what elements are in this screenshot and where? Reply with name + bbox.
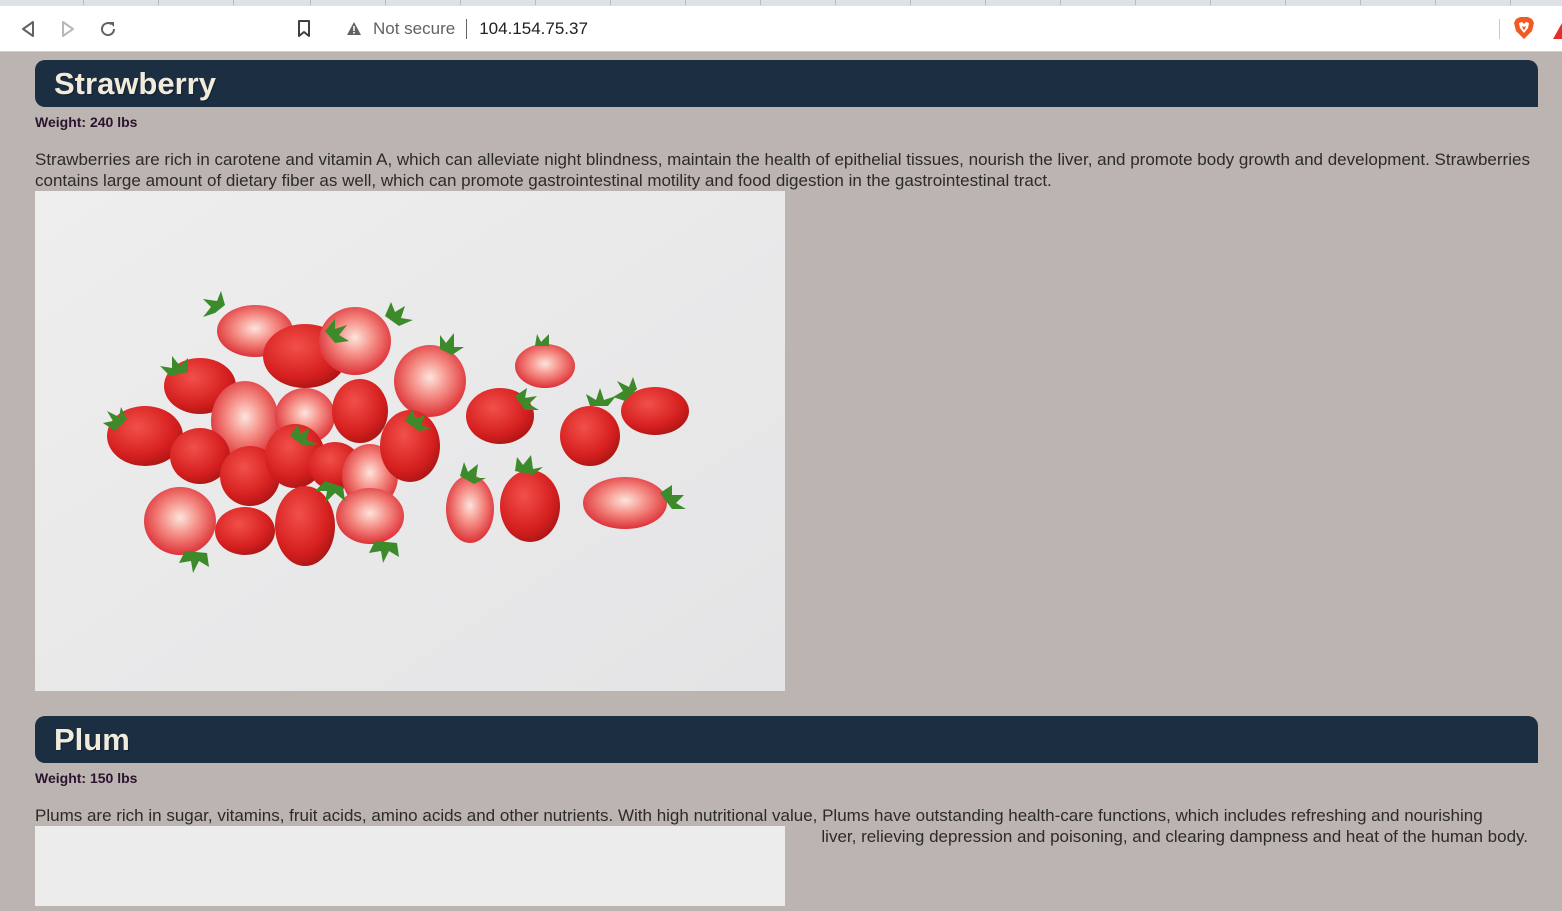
tab-divider: [835, 0, 836, 5]
strawberry-image: [35, 191, 785, 691]
page-content: Strawberry Weight: 240 lbs Strawberries …: [0, 52, 1562, 911]
tab-divider: [1210, 0, 1211, 5]
tab-divider: [1510, 0, 1511, 5]
tab-divider: [1285, 0, 1286, 5]
brave-shield-icon[interactable]: [1513, 16, 1535, 40]
fruit-section-strawberry: Strawberry Weight: 240 lbs Strawberries …: [35, 60, 1538, 691]
address-separator: [466, 18, 468, 39]
tab-divider: [385, 0, 386, 5]
tab-divider: [233, 0, 234, 5]
tab-divider: [685, 0, 686, 5]
back-button[interactable]: [15, 16, 41, 42]
tab-divider: [535, 0, 536, 5]
tab-divider: [760, 0, 761, 5]
reload-icon: [101, 22, 116, 37]
tab-divider: [1360, 0, 1361, 5]
tab-divider: [158, 0, 159, 5]
tab-divider: [83, 0, 84, 5]
fruit-description: Plums are rich in sugar, vitamins, fruit…: [35, 805, 1535, 906]
fruit-weight: Weight: 150 lbs: [35, 770, 138, 786]
fruit-title: Strawberry: [35, 60, 1538, 107]
warning-triangle-icon[interactable]: [345, 20, 363, 38]
bookmark-icon: [298, 20, 310, 37]
forward-arrow-icon: [62, 21, 74, 37]
tab-divider: [1135, 0, 1136, 5]
tab-divider: [1435, 0, 1436, 5]
tab-divider: [460, 0, 461, 5]
address-bar[interactable]: Not secure 104.154.75.37: [331, 11, 1501, 46]
tab-divider: [610, 0, 611, 5]
fruit-description: Strawberries are rich in carotene and vi…: [35, 150, 1530, 190]
reload-button[interactable]: [95, 16, 121, 42]
bookmark-button[interactable]: [291, 16, 317, 42]
browser-toolbar: Not secure 104.154.75.37: [0, 6, 1562, 52]
toolbar-divider: [1499, 19, 1500, 39]
url-text[interactable]: 104.154.75.37: [479, 19, 588, 39]
fruit-title: Plum: [35, 716, 1538, 763]
forward-button[interactable]: [55, 16, 81, 42]
tab-divider: [1060, 0, 1061, 5]
plum-image: [35, 826, 785, 906]
security-status-label[interactable]: Not secure: [373, 19, 455, 39]
fruit-description-line: Plums are rich in sugar, vitamins, fruit…: [35, 806, 1483, 825]
tab-divider: [310, 0, 311, 5]
tab-divider: [985, 0, 986, 5]
tab-divider: [910, 0, 911, 5]
brave-rewards-icon[interactable]: [1553, 21, 1562, 39]
fruit-weight: Weight: 240 lbs: [35, 114, 138, 130]
back-arrow-icon: [22, 21, 34, 37]
fruit-section-plum: Plum Weight: 150 lbs Plums are rich in s…: [35, 716, 1538, 906]
